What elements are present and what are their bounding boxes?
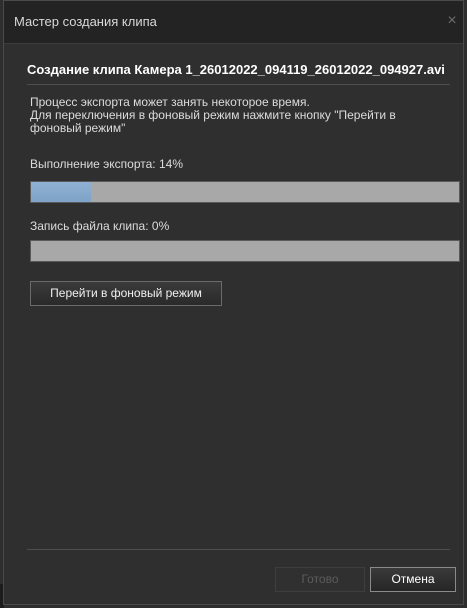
file-progress-bar xyxy=(30,240,460,262)
export-progress-label: Выполнение экспорта: 14% xyxy=(30,157,183,171)
window-title: Мастер создания клипа xyxy=(14,14,157,29)
clip-title: Создание клипа Камера 1_26012022_094119_… xyxy=(27,62,445,77)
export-progress-bar xyxy=(30,181,460,203)
file-progress-label: Запись файла клипа: 0% xyxy=(30,219,170,233)
close-icon[interactable]: × xyxy=(441,9,463,33)
description-text: Процесс экспорта может занять некоторое … xyxy=(30,96,440,135)
title-divider xyxy=(27,84,450,85)
export-progress-fill xyxy=(31,182,91,202)
title-bar: Мастер создания клипа × xyxy=(4,1,463,44)
background-mode-button[interactable]: Перейти в фоновый режим xyxy=(30,281,222,306)
clip-wizard-dialog: Мастер создания клипа × Создание клипа К… xyxy=(3,0,464,605)
done-button[interactable]: Готово xyxy=(275,567,365,592)
description-line-3: фоновый режим" xyxy=(30,121,126,135)
footer-divider xyxy=(27,549,450,550)
cancel-button[interactable]: Отмена xyxy=(370,567,456,592)
